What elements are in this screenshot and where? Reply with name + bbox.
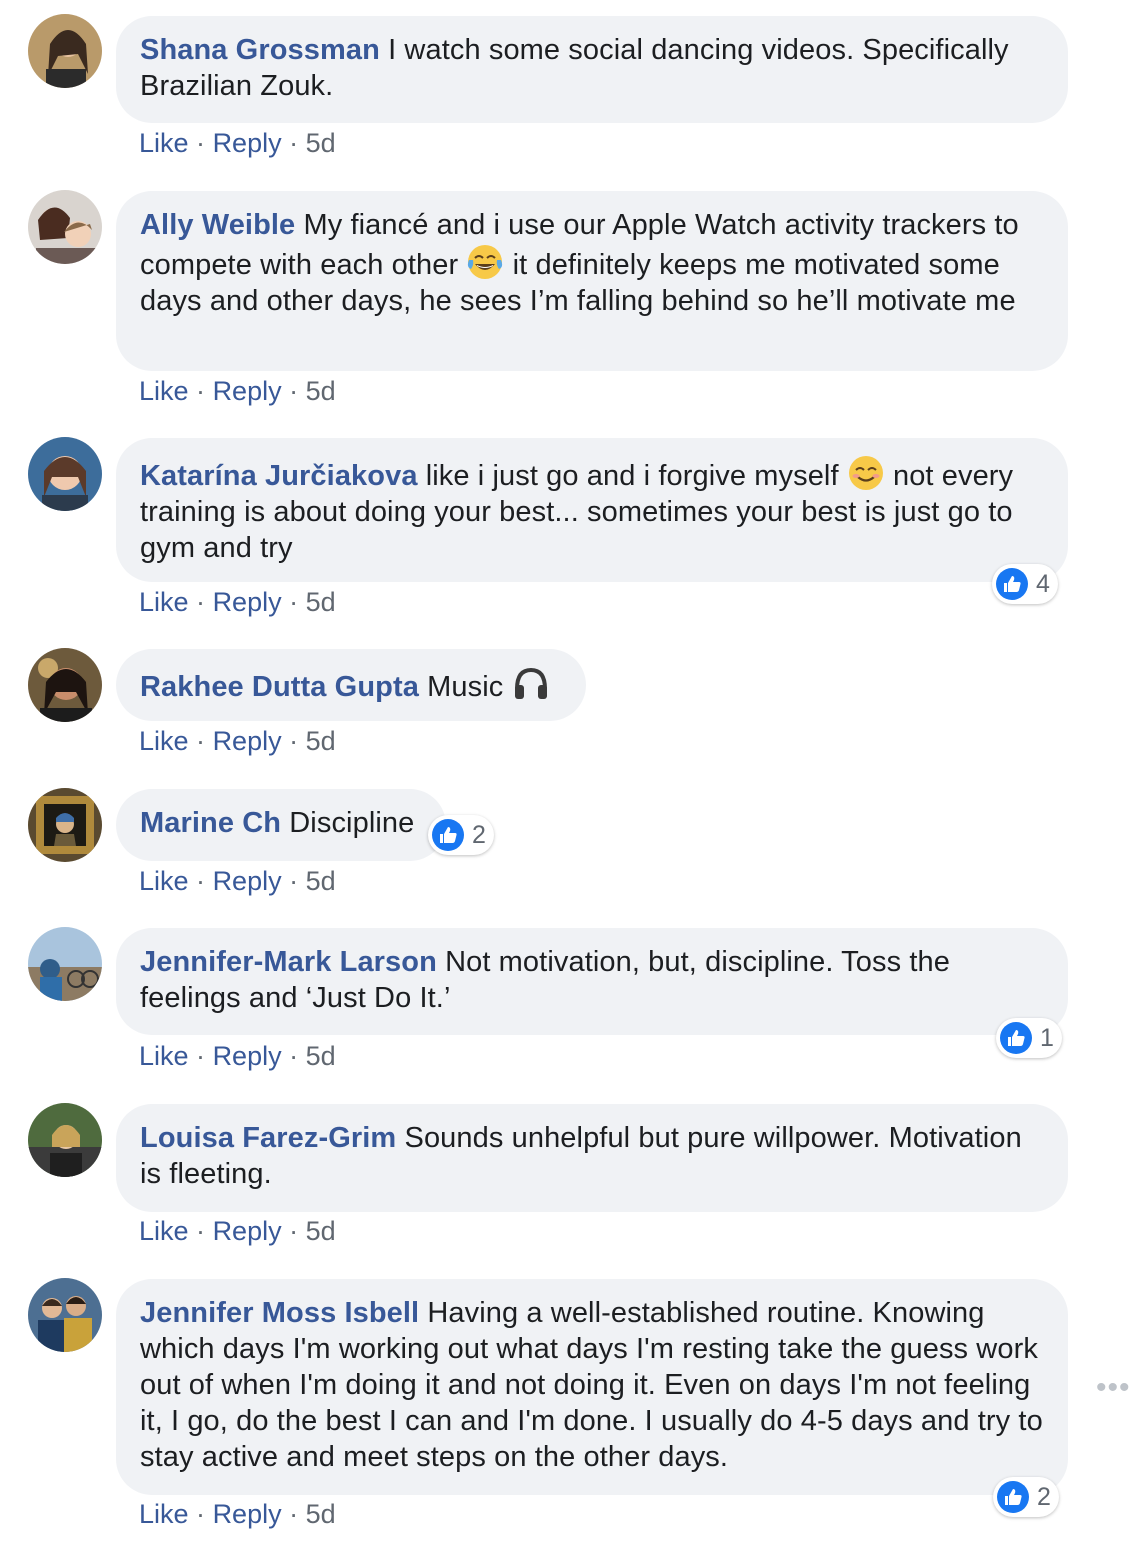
- avatar[interactable]: [28, 1278, 102, 1352]
- like-link[interactable]: Like: [139, 726, 189, 756]
- comment-actions: Like · Reply · 5d: [139, 1215, 336, 1247]
- reaction-number: 2: [1037, 1482, 1051, 1511]
- reaction-number: 2: [472, 820, 486, 849]
- comment-bubble: Katarína Jurčiakova like i just go and i…: [116, 438, 1068, 582]
- reaction-number: 1: [1040, 1023, 1054, 1052]
- comment-author[interactable]: Ally Weible: [140, 209, 295, 241]
- like-link[interactable]: Like: [139, 1499, 189, 1529]
- timestamp[interactable]: 5d: [306, 128, 336, 158]
- comment-actions: Like · Reply · 5d: [139, 725, 336, 757]
- separator: ·: [289, 1499, 299, 1529]
- comment-author[interactable]: Jennifer Moss Isbell: [140, 1297, 419, 1329]
- timestamp[interactable]: 5d: [306, 1216, 336, 1246]
- headphones-emoji-icon: [514, 667, 547, 699]
- timestamp[interactable]: 5d: [306, 1041, 336, 1071]
- avatar[interactable]: [28, 437, 102, 511]
- more-options-icon[interactable]: •••: [1096, 1373, 1131, 1403]
- timestamp[interactable]: 5d: [306, 866, 336, 896]
- like-link[interactable]: Like: [139, 587, 189, 617]
- reply-link[interactable]: Reply: [213, 128, 282, 158]
- avatar[interactable]: [28, 14, 102, 88]
- separator: ·: [196, 587, 206, 617]
- separator: ·: [289, 1041, 299, 1071]
- reply-link[interactable]: Reply: [213, 1499, 282, 1529]
- comment-bubble: Shana Grossman I watch some social danci…: [116, 16, 1068, 123]
- reaction-count[interactable]: 2: [428, 815, 494, 855]
- comment-actions: Like · Reply · 5d: [139, 375, 336, 407]
- reply-link[interactable]: Reply: [213, 866, 282, 896]
- separator: ·: [289, 1216, 299, 1246]
- separator: ·: [196, 1216, 206, 1246]
- comment-actions: Like · Reply · 5d: [139, 127, 336, 159]
- comment-author[interactable]: Jennifer-Mark Larson: [140, 946, 437, 978]
- comment-bubble: Ally Weible My fiancé and i use our Appl…: [116, 191, 1068, 371]
- separator: ·: [196, 1499, 206, 1529]
- timestamp[interactable]: 5d: [306, 726, 336, 756]
- comment-author[interactable]: Shana Grossman: [140, 34, 380, 66]
- thumbs-up-icon: [1000, 1022, 1032, 1054]
- comment-actions: Like · Reply · 5d: [139, 865, 336, 897]
- reply-link[interactable]: Reply: [213, 376, 282, 406]
- avatar[interactable]: [28, 927, 102, 1001]
- thumbs-up-icon: [996, 568, 1028, 600]
- reaction-count[interactable]: 4: [992, 564, 1058, 604]
- reply-link[interactable]: Reply: [213, 1216, 282, 1246]
- smiling-face-emoji-icon: [848, 456, 883, 490]
- comment-text: Music: [427, 671, 504, 703]
- separator: ·: [289, 376, 299, 406]
- comment-author[interactable]: Marine Ch: [140, 807, 281, 839]
- comment-text: Discipline: [289, 807, 415, 839]
- comment-author[interactable]: Louisa Farez-Grim: [140, 1122, 396, 1154]
- like-link[interactable]: Like: [139, 376, 189, 406]
- avatar[interactable]: [28, 1103, 102, 1177]
- comment-actions: Like · Reply · 5d: [139, 1498, 336, 1530]
- comment-bubble: Louisa Farez-Grim Sounds unhelpful but p…: [116, 1104, 1068, 1212]
- reply-link[interactable]: Reply: [213, 726, 282, 756]
- reaction-number: 4: [1036, 569, 1050, 598]
- reaction-count[interactable]: 1: [996, 1018, 1062, 1058]
- like-link[interactable]: Like: [139, 128, 189, 158]
- comment-bubble: Rakhee Dutta Gupta Music: [116, 649, 586, 721]
- tears-of-joy-emoji-icon: [468, 245, 503, 279]
- timestamp[interactable]: 5d: [306, 1499, 336, 1529]
- separator: ·: [196, 1041, 206, 1071]
- separator: ·: [196, 726, 206, 756]
- comment-actions: Like · Reply · 5d: [139, 586, 336, 618]
- thumbs-up-icon: [997, 1481, 1029, 1513]
- like-link[interactable]: Like: [139, 1041, 189, 1071]
- avatar[interactable]: [28, 788, 102, 862]
- comment-author[interactable]: Katarína Jurčiakova: [140, 460, 418, 492]
- separator: ·: [196, 128, 206, 158]
- timestamp[interactable]: 5d: [306, 376, 336, 406]
- comment-text: like i just go and i forgive myself: [425, 460, 839, 492]
- separator: ·: [289, 587, 299, 617]
- comment-bubble: Jennifer-Mark Larson Not motivation, but…: [116, 928, 1068, 1035]
- separator: ·: [196, 376, 206, 406]
- comment-bubble: Marine Ch Discipline: [116, 789, 446, 861]
- separator: ·: [196, 866, 206, 896]
- timestamp[interactable]: 5d: [306, 587, 336, 617]
- reaction-count[interactable]: 2: [993, 1477, 1059, 1517]
- separator: ·: [289, 866, 299, 896]
- avatar[interactable]: [28, 648, 102, 722]
- like-link[interactable]: Like: [139, 866, 189, 896]
- avatar[interactable]: [28, 190, 102, 264]
- reply-link[interactable]: Reply: [213, 1041, 282, 1071]
- like-link[interactable]: Like: [139, 1216, 189, 1246]
- reply-link[interactable]: Reply: [213, 587, 282, 617]
- comment-author[interactable]: Rakhee Dutta Gupta: [140, 671, 419, 703]
- thumbs-up-icon: [432, 819, 464, 851]
- separator: ·: [289, 726, 299, 756]
- comment-actions: Like · Reply · 5d: [139, 1040, 336, 1072]
- separator: ·: [289, 128, 299, 158]
- comment-bubble: Jennifer Moss Isbell Having a well-estab…: [116, 1279, 1068, 1495]
